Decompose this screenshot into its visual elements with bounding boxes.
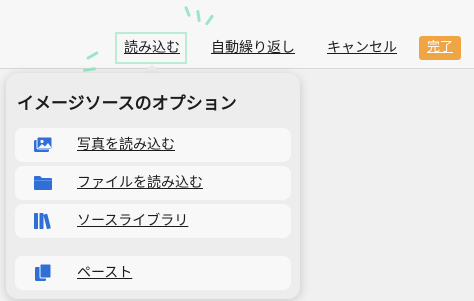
toolbar: 読み込む 自動繰り返し キャンセル 完了 [0, 0, 474, 69]
done-button[interactable]: 完了 [419, 36, 461, 60]
folder-icon [33, 173, 53, 193]
clipboard-icon [33, 263, 53, 283]
popover-arrow [143, 64, 161, 73]
option-paste[interactable]: ペースト [15, 256, 291, 290]
option-label: ソースライブラリ [77, 213, 189, 229]
auto-wrap-button[interactable]: 自動繰り返し [211, 40, 295, 56]
tap-sparkle [82, 67, 97, 72]
import-button[interactable]: 読み込む [124, 40, 180, 56]
popover-title: イメージソースのオプション [17, 94, 237, 114]
option-label: ファイルを読み込む [77, 175, 203, 191]
photo-icon [33, 135, 53, 155]
option-import-photo[interactable]: 写真を読み込む [15, 128, 291, 162]
background-area [300, 69, 474, 301]
cancel-button[interactable]: キャンセル [327, 40, 397, 56]
option-import-file[interactable]: ファイルを読み込む [15, 166, 291, 200]
option-label: 写真を読み込む [77, 137, 175, 153]
option-label: ペースト [77, 265, 133, 281]
library-icon [33, 211, 53, 231]
image-source-popover: イメージソースのオプション 写真を読み込む ファイルを読み込む ソースライブラリ… [6, 73, 300, 299]
option-source-library[interactable]: ソースライブラリ [15, 204, 291, 238]
